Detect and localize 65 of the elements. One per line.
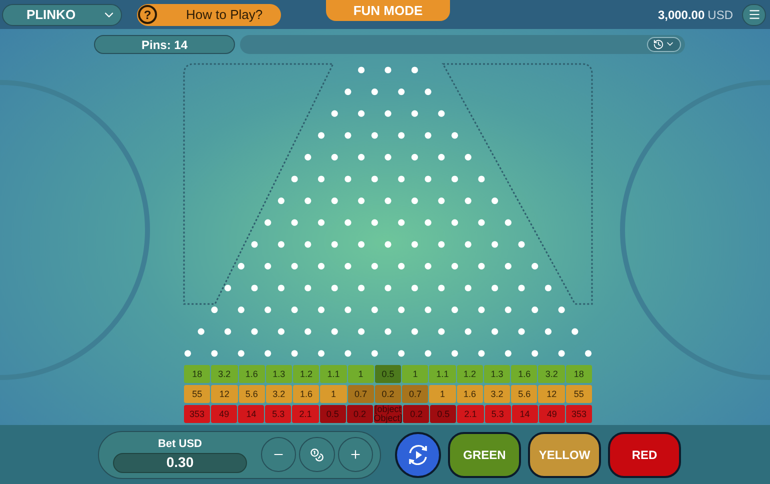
multiplier-cell: 0.2 xyxy=(374,385,402,403)
multiplier-cell: 14 xyxy=(512,405,538,423)
multiplier-cell: 1.1 xyxy=(320,365,347,383)
play-button[interactable]: GREEN xyxy=(448,432,521,478)
multiplier-cell: 0.5 xyxy=(320,405,346,423)
multiplier-cell: 1 xyxy=(402,365,428,383)
plus-icon xyxy=(349,448,362,461)
history-icon xyxy=(653,38,664,50)
multiplier-cell: 353 xyxy=(184,405,210,423)
play-button[interactable]: RED xyxy=(608,432,681,478)
multiplier-cell: 0.5 xyxy=(430,405,456,423)
help-icon: ? xyxy=(138,5,157,24)
coins-icon xyxy=(310,448,324,462)
multiplier-cell: 3.2 xyxy=(484,385,510,403)
multiplier-cell: 12 xyxy=(211,385,238,403)
history-button[interactable] xyxy=(647,36,681,52)
multiplier-cell: 2.1 xyxy=(292,405,319,423)
coins-button[interactable] xyxy=(299,437,335,472)
multiplier-cell: 3.2 xyxy=(266,385,292,403)
multiplier-cell: 5.6 xyxy=(238,385,265,403)
multiplier-cell: 3.2 xyxy=(211,365,238,383)
balance-currency: USD xyxy=(708,6,733,24)
multiplier-cell: 1.6 xyxy=(238,365,265,383)
multiplier-cell: 1.3 xyxy=(266,365,292,383)
multiplier-cell: 1.3 xyxy=(484,365,510,383)
game-select[interactable]: PLINKO xyxy=(2,4,122,26)
multiplier-cell: 5.3 xyxy=(484,405,511,423)
multiplier-cell: 0.7 xyxy=(402,385,428,403)
multiplier-cell: 55 xyxy=(184,385,210,403)
menu-icon xyxy=(748,8,760,21)
multiplier-cell: 0.5 xyxy=(374,365,402,383)
how-to-play-button[interactable]: ? How to Play? xyxy=(137,4,281,26)
multiplier-cell: 49 xyxy=(211,405,238,423)
play-button[interactable]: YELLOW xyxy=(528,432,601,478)
multiplier-cell: 18 xyxy=(566,365,592,383)
multiplier-cell: 1.2 xyxy=(293,365,320,383)
multiplier-cell: 55 xyxy=(566,385,592,403)
balance-amount: 3,000.00 xyxy=(658,6,705,24)
multiplier-cell: 0.2 xyxy=(346,405,373,423)
multiplier-cell: 5.6 xyxy=(511,385,538,403)
bet-input[interactable]: 0.30 xyxy=(113,452,247,473)
help-label: How to Play? xyxy=(186,6,263,24)
multiplier-cell: 1.6 xyxy=(293,385,320,403)
multiplier-cell: 0.7 xyxy=(348,385,374,403)
multiplier-cell: 1.1 xyxy=(429,365,456,383)
multiplier-cell: 1.6 xyxy=(511,365,538,383)
multiplier-cell: 12 xyxy=(538,385,565,403)
multiplier-cell: [object Object] xyxy=(374,405,402,423)
multiplier-cell: 3.2 xyxy=(538,365,565,383)
multiplier-cell: 18 xyxy=(184,365,210,383)
multiplier-cell: 1.2 xyxy=(456,365,483,383)
multiplier-cell: 5.3 xyxy=(265,405,292,423)
multiplier-cell: 1 xyxy=(429,385,456,403)
multiplier-cell: 1 xyxy=(320,385,347,403)
multiplier-cell: 1.6 xyxy=(456,385,483,403)
multiplier-cell: 2.1 xyxy=(457,405,484,423)
menu-button[interactable] xyxy=(742,4,766,26)
multiplier-cell: 14 xyxy=(238,405,264,423)
autoplay-button[interactable] xyxy=(395,432,441,478)
multiplier-cell: 1 xyxy=(348,365,374,383)
pins-selector[interactable]: Pins: 14 xyxy=(94,34,235,54)
multiplier-cell: 0.2 xyxy=(403,405,430,423)
multiplier-cell: 49 xyxy=(538,405,565,423)
multiplier-cell: 353 xyxy=(566,405,592,423)
bet-label: Bet USD xyxy=(158,437,202,452)
